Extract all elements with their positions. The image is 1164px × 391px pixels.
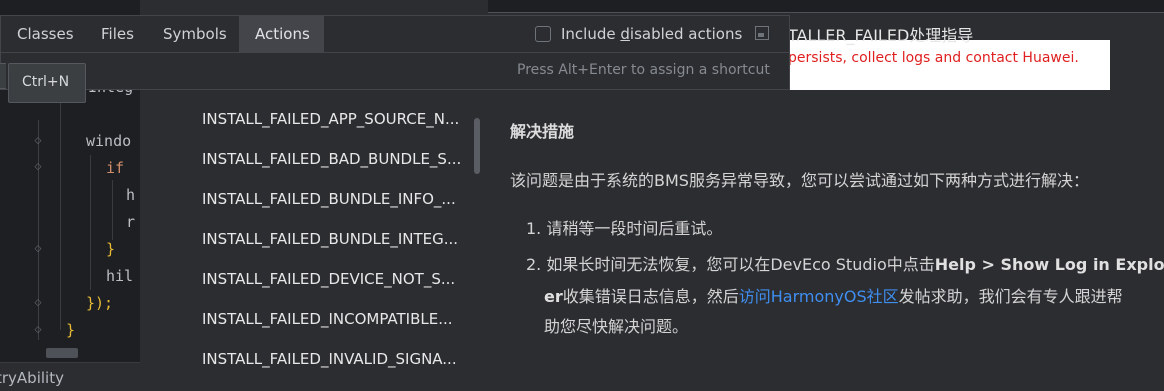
code-line: windo <box>86 132 132 150</box>
list-item[interactable]: INSTALL_FAILED_INVALID_SIGNA... <box>202 350 457 368</box>
shortcut-hint: Press Alt+Enter to assign a shortcut <box>517 62 770 78</box>
step-number: 2. <box>526 255 542 274</box>
code-line: } <box>66 321 76 339</box>
doc-step-continued: er收集错误日志信息，然后访问HarmonyOS社区发帖求助，我们会有专人跟进帮 <box>544 283 1123 307</box>
code-line: if <box>106 159 125 177</box>
list-item[interactable]: INSTALL_FAILED_BAD_BUNDLE_S... <box>202 150 461 168</box>
fold-icon[interactable]: ◇ <box>33 298 43 308</box>
include-disabled-label[interactable]: Include disabled actions <box>561 25 742 43</box>
doc-title: TALLER_FAILED处理指导 <box>788 26 974 45</box>
doc-step: 2. 如果长时间无法恢复，您可以在DevEco Studio中点击Help > … <box>526 251 1164 275</box>
step-text: 请稍等一段时间后重试。 <box>546 219 723 238</box>
step-bold: er <box>544 287 563 306</box>
tab-files[interactable]: Files <box>85 16 147 52</box>
horizontal-scrollbar[interactable] <box>46 348 78 358</box>
tab-classes[interactable]: Classes <box>1 16 85 52</box>
error-text: persists, collect logs and contact Huawe… <box>788 50 1079 66</box>
step-text: 发帖求助，我们会有专人跟进帮 <box>898 287 1123 306</box>
code-line: h <box>126 186 136 204</box>
tab-actions[interactable]: Actions <box>239 16 324 52</box>
pin-window-icon[interactable] <box>755 26 769 40</box>
doc-step-continued: 助您尽快解决问题。 <box>544 313 688 337</box>
step-text: 收集错误日志信息，然后 <box>562 287 739 306</box>
fold-icon[interactable]: ◇ <box>33 162 43 172</box>
doc-search-field[interactable]: ⌕ <box>488 0 1164 13</box>
editor-status-text: tryAbility <box>0 369 64 387</box>
fold-icon[interactable]: ◇ <box>33 136 43 146</box>
shortcut-tooltip: Ctrl+N <box>8 63 86 103</box>
code-line: }); <box>86 294 114 312</box>
doc-heading: 解决措施 <box>510 122 575 141</box>
harmonyos-community-link[interactable]: 访问HarmonyOS社区 <box>739 287 899 306</box>
code-line: hil <box>106 267 134 285</box>
list-item[interactable]: INSTALL_FAILED_INCOMPATIBLE... <box>202 310 453 328</box>
tooltip-edge <box>0 63 6 89</box>
list-item[interactable]: INSTALL_FAILED_BUNDLE_INFO_... <box>202 190 456 208</box>
tabs-divider <box>1 52 789 53</box>
step-text: 如果长时间无法恢复，您可以在DevEco Studio中点击 <box>546 255 935 274</box>
code-line: } <box>106 240 116 258</box>
doc-step: 1. 请稍等一段时间后重试。 <box>526 215 722 239</box>
indent-guide <box>60 100 61 330</box>
label-mnemonic: d <box>620 25 630 43</box>
step-bold: Help > Show Log in Explor <box>934 255 1164 274</box>
editor-status-bar: tryAbility <box>0 362 140 391</box>
code-line: r <box>126 213 136 231</box>
step-text: 助您尽快解决问题。 <box>544 317 689 336</box>
error-screenshot: persists, collect logs and contact Huawe… <box>788 40 1110 90</box>
search-results-list[interactable]: INSTALL_FAILED_APP_SOURCE_N... INSTALL_F… <box>143 60 483 380</box>
tooltip-text: Ctrl+N <box>22 74 70 90</box>
doc-intro: 该问题是由于系统的BMS服务异常导致，您可以尝试通过如下两种方式进行解决： <box>510 171 1089 190</box>
vertical-scrollbar[interactable] <box>474 118 480 174</box>
list-item[interactable]: INSTALL_FAILED_DEVICE_NOT_S... <box>202 270 455 288</box>
label-part: Include <box>561 25 621 43</box>
step-number: 1. <box>526 219 542 238</box>
list-item[interactable]: INSTALL_FAILED_BUNDLE_INTEG... <box>202 230 458 248</box>
tab-symbols[interactable]: Symbols <box>147 16 239 52</box>
include-disabled-checkbox[interactable] <box>535 26 551 42</box>
fold-icon[interactable]: ◇ <box>33 244 43 254</box>
label-part: isabled actions <box>629 25 743 43</box>
indent-guide <box>112 180 113 240</box>
search-everywhere-popup: Classes Files Symbols Actions Include di… <box>0 15 790 90</box>
indent-guide <box>90 155 91 290</box>
fold-icon[interactable]: ◇ <box>33 325 43 335</box>
list-item[interactable]: INSTALL_FAILED_APP_SOURCE_N... <box>202 110 459 128</box>
